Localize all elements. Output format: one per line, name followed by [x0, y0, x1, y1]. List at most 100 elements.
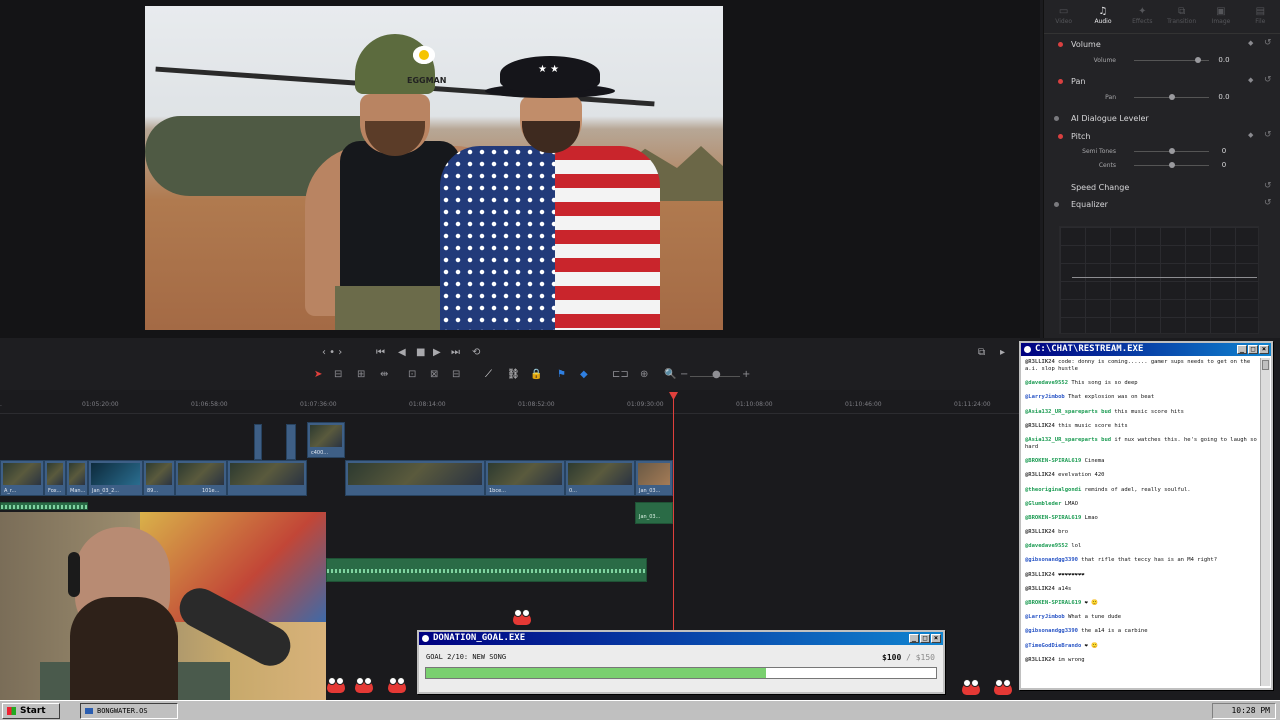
- reset-icon[interactable]: ↺: [1264, 198, 1272, 208]
- scrollbar-thumb[interactable]: [1262, 360, 1269, 370]
- pan-section[interactable]: Pan ◆ ↺: [1044, 75, 1280, 89]
- audio-clip[interactable]: Jan_03...: [635, 502, 673, 524]
- chat-username[interactable]: @Asia132_UR_spareparts bud: [1025, 437, 1111, 443]
- equalizer-graph[interactable]: [1059, 226, 1259, 334]
- video-clip[interactable]: c400...: [307, 422, 345, 458]
- chat-username[interactable]: @R3LLIK24: [1025, 529, 1055, 535]
- zoom-out-icon[interactable]: −: [680, 369, 688, 380]
- chat-scrollbar[interactable]: [1260, 358, 1270, 686]
- chat-username[interactable]: @LarryJimbob: [1025, 394, 1065, 400]
- snapping-icon[interactable]: ⟋: [485, 369, 492, 380]
- jog-icon[interactable]: ‹ • ›: [322, 347, 342, 358]
- chat-title-bar[interactable]: C:\CHAT\RESTREAM.EXE _ □ ×: [1021, 343, 1271, 356]
- flag-icon[interactable]: ⚑: [557, 369, 566, 380]
- lock-icon[interactable]: 🔒: [530, 369, 542, 380]
- minimize-button[interactable]: _: [909, 634, 919, 643]
- chat-username[interactable]: @LarryJimbob: [1025, 614, 1065, 620]
- reset-icon[interactable]: ↺: [1264, 130, 1272, 140]
- video-clip[interactable]: 1bce...: [485, 460, 565, 496]
- volume-section[interactable]: Volume ◆ ↺: [1044, 38, 1280, 52]
- close-button[interactable]: ×: [931, 634, 941, 643]
- zoom-detail-icon[interactable]: ⊕: [640, 369, 648, 380]
- tab-transition[interactable]: ⧉ Transition: [1164, 6, 1200, 33]
- enable-dot-icon[interactable]: [1058, 79, 1063, 84]
- video-clip[interactable]: A_r...: [0, 460, 44, 496]
- video-clip[interactable]: [286, 424, 296, 460]
- tab-effects[interactable]: ✦ Effects: [1124, 6, 1160, 33]
- volume-value[interactable]: 0.0: [1212, 55, 1236, 66]
- minimize-button[interactable]: _: [1237, 345, 1247, 354]
- semitones-slider-knob[interactable]: [1168, 148, 1175, 154]
- start-button[interactable]: Start: [2, 703, 60, 719]
- video-clip[interactable]: [227, 460, 307, 496]
- semitones-value[interactable]: 0: [1212, 146, 1236, 157]
- reset-icon[interactable]: ↺: [1264, 181, 1272, 191]
- enable-dot-icon[interactable]: [1054, 202, 1059, 207]
- dialogue-leveler-section[interactable]: AI Dialogue Leveler: [1044, 112, 1280, 126]
- dynamic-trim-icon[interactable]: ⊞: [357, 369, 365, 380]
- enable-dot-icon[interactable]: [1058, 42, 1063, 47]
- chat-messages[interactable]: @R3LLIK24 code: donny is coming...... ga…: [1025, 359, 1259, 686]
- chat-username[interactable]: @BROKEN-SPIRAL619: [1025, 515, 1081, 521]
- go-to-start-button[interactable]: ⏮: [376, 347, 385, 358]
- linked-selection-icon[interactable]: ⛓: [507, 369, 520, 380]
- playhead[interactable]: [673, 392, 674, 632]
- pan-value[interactable]: 0.0: [1212, 92, 1236, 103]
- tab-image[interactable]: ▣ Image: [1203, 6, 1239, 33]
- keyframe-icon[interactable]: ◆: [1248, 39, 1253, 47]
- chat-username[interactable]: @davedave9552: [1025, 380, 1068, 386]
- replace-clip-icon[interactable]: ⊟: [452, 369, 460, 380]
- pitch-section[interactable]: Pitch ◆ ↺: [1044, 130, 1280, 144]
- chat-username[interactable]: @theoriginalgondi: [1025, 487, 1081, 493]
- taskbar-item-bongwater[interactable]: BONGWATER.OS: [80, 703, 178, 719]
- marker-icon[interactable]: ◆: [580, 369, 588, 380]
- zoom-slider-knob[interactable]: ●: [712, 369, 721, 380]
- video-clip[interactable]: 89...: [143, 460, 175, 496]
- keyframe-icon[interactable]: ◆: [1248, 131, 1253, 139]
- loop-icon[interactable]: ⟲: [472, 347, 480, 358]
- chat-username[interactable]: @R3LLIK24: [1025, 572, 1055, 578]
- tab-video[interactable]: ▭ Video: [1046, 6, 1082, 33]
- zoom-fit-icon[interactable]: ⊏⊐: [612, 369, 629, 380]
- cents-value[interactable]: 0: [1212, 160, 1236, 171]
- video-clip[interactable]: 101e...: [175, 460, 227, 496]
- chat-username[interactable]: @Glumbleder: [1025, 501, 1061, 507]
- keyframe-icon[interactable]: ◆: [1248, 76, 1253, 84]
- trim-tool-icon[interactable]: ⊟: [334, 369, 342, 380]
- play-reverse-button[interactable]: ◀: [398, 347, 406, 358]
- chat-username[interactable]: @BROKEN-SPIRAL619: [1025, 600, 1081, 606]
- equalizer-section[interactable]: Equalizer ↺: [1044, 198, 1280, 212]
- blade-tool-icon[interactable]: ⇹: [380, 369, 388, 380]
- play-button[interactable]: ▶: [433, 347, 441, 358]
- donation-title-bar[interactable]: DONATION_GOAL.EXE _ □ ×: [419, 632, 943, 645]
- chat-username[interactable]: @gibsonandgg3390: [1025, 557, 1078, 563]
- select-tool-icon[interactable]: ➤: [314, 369, 322, 380]
- music-audio-clip[interactable]: [326, 558, 647, 582]
- cents-slider-knob[interactable]: [1168, 162, 1175, 168]
- video-clip[interactable]: [345, 460, 485, 496]
- tab-audio[interactable]: ♫ Audio: [1085, 6, 1121, 33]
- chat-username[interactable]: @TimeGodDieBrando: [1025, 643, 1081, 649]
- enable-dot-icon[interactable]: [1058, 134, 1063, 139]
- reset-icon[interactable]: ↺: [1264, 75, 1272, 85]
- zoom-custom-icon[interactable]: 🔍: [664, 369, 676, 380]
- chat-username[interactable]: @gibsonandgg3390: [1025, 628, 1078, 634]
- video-clip[interactable]: Jan_03_2...: [88, 460, 143, 496]
- audio-clip[interactable]: [0, 502, 88, 510]
- reset-icon[interactable]: ↺: [1264, 38, 1272, 48]
- timeline-ruler[interactable]: . 01:05:20:00 01:06:58:00 01:07:36:00 01…: [0, 392, 1020, 414]
- overwrite-clip-icon[interactable]: ⊠: [430, 369, 438, 380]
- video-clip[interactable]: 0...: [565, 460, 635, 496]
- maximize-button[interactable]: □: [1248, 345, 1258, 354]
- chat-username[interactable]: @Asia132_UR_spareparts bud: [1025, 409, 1111, 415]
- chat-username[interactable]: @R3LLIK24: [1025, 657, 1055, 663]
- video-clip[interactable]: [254, 424, 262, 460]
- pan-slider-knob[interactable]: [1168, 94, 1175, 100]
- video-clip[interactable]: Jan_03...: [635, 460, 673, 496]
- stop-button[interactable]: ■: [416, 347, 425, 358]
- video-clip[interactable]: Man...: [66, 460, 88, 496]
- tab-file[interactable]: ▤ File: [1242, 6, 1278, 33]
- go-to-end-button[interactable]: ⏭: [451, 347, 460, 358]
- speed-change-section[interactable]: Speed Change ↺: [1044, 181, 1280, 195]
- zoom-in-icon[interactable]: +: [742, 369, 750, 380]
